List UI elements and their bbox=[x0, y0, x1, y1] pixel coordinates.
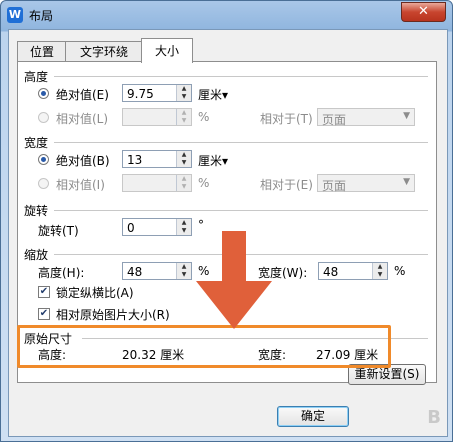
width-absolute-radio[interactable] bbox=[38, 154, 49, 165]
wps-app-icon: W bbox=[7, 7, 23, 23]
height-section-title: 高度 bbox=[24, 70, 49, 84]
height-relative-spinner[interactable]: ▲ ▼ bbox=[122, 108, 192, 126]
height-section-divider bbox=[54, 76, 428, 77]
spin-up-icon[interactable]: ▲ bbox=[373, 263, 387, 271]
relative-original-size-checkbox[interactable]: ✔ bbox=[38, 308, 50, 320]
spin-down-icon[interactable]: ▼ bbox=[373, 271, 387, 279]
height-absolute-radio[interactable] bbox=[38, 88, 49, 99]
height-relative-to-label: 相对于(T) bbox=[260, 112, 313, 126]
width-relative-to-label: 相对于(E) bbox=[260, 178, 313, 192]
scale-height-label: 高度(H): bbox=[38, 266, 85, 280]
original-size-highlight-box bbox=[17, 325, 391, 368]
width-relative-radio[interactable] bbox=[38, 178, 49, 189]
scale-width-spin-buttons[interactable]: ▲ ▼ bbox=[372, 263, 387, 279]
rotation-spinner[interactable]: 0 ▲ ▼ bbox=[122, 218, 192, 236]
width-relative-to-value: 页面 bbox=[322, 179, 347, 193]
scale-height-spinner[interactable]: 48 ▲ ▼ bbox=[122, 262, 192, 280]
rotation-value: 0 bbox=[127, 221, 135, 235]
layout-dialog: W 布局 ✕ 位置 文字环绕 大小 高度 绝对值(E) 9.75 ▲ ▼ 厘米▾ … bbox=[0, 0, 453, 442]
height-relative-unit: % bbox=[198, 110, 210, 124]
width-section-divider bbox=[54, 142, 428, 143]
spin-up-icon[interactable]: ▲ bbox=[177, 219, 191, 227]
rotation-section-divider bbox=[54, 210, 428, 211]
tab-size[interactable]: 大小 bbox=[141, 38, 193, 63]
spin-down-icon[interactable]: ▼ bbox=[177, 117, 191, 125]
height-absolute-label: 绝对值(E) bbox=[56, 88, 109, 102]
height-relative-label: 相对值(L) bbox=[56, 112, 109, 126]
width-absolute-spinner[interactable]: 13 ▲ ▼ bbox=[122, 150, 192, 168]
spin-up-icon[interactable]: ▲ bbox=[177, 109, 191, 117]
width-relative-label: 相对值(I) bbox=[56, 178, 105, 192]
spin-down-icon[interactable]: ▼ bbox=[177, 93, 191, 101]
rotation-label: 旋转(T) bbox=[38, 224, 79, 238]
spin-down-icon[interactable]: ▼ bbox=[177, 159, 191, 167]
scale-section-title: 缩放 bbox=[24, 248, 49, 262]
width-section-title: 宽度 bbox=[24, 136, 49, 150]
spin-down-icon[interactable]: ▼ bbox=[177, 271, 191, 279]
width-relative-to-select[interactable]: 页面 ▼ bbox=[317, 174, 415, 193]
lock-aspect-ratio-label[interactable]: 锁定纵横比(A) bbox=[56, 284, 134, 301]
down-arrow-annotation-icon bbox=[196, 231, 272, 329]
title-bar[interactable]: W 布局 ✕ bbox=[1, 1, 452, 28]
spin-up-icon[interactable]: ▲ bbox=[177, 85, 191, 93]
watermark-logo: B bbox=[427, 407, 441, 428]
width-absolute-value: 13 bbox=[127, 153, 143, 167]
spin-down-icon[interactable]: ▼ bbox=[177, 183, 191, 191]
rotation-section-title: 旋转 bbox=[24, 204, 49, 218]
width-relative-spinner[interactable]: ▲ ▼ bbox=[122, 174, 192, 192]
spin-down-icon[interactable]: ▼ bbox=[177, 227, 191, 235]
dropdown-arrow-icon: ▼ bbox=[403, 177, 410, 187]
scale-width-value: 48 bbox=[323, 265, 339, 279]
close-button[interactable]: ✕ bbox=[401, 2, 446, 22]
height-relative-spin-buttons[interactable]: ▲ ▼ bbox=[176, 109, 191, 125]
lock-aspect-ratio-checkbox[interactable]: ✔ bbox=[38, 286, 50, 298]
height-relative-to-value: 页面 bbox=[322, 113, 347, 127]
spin-up-icon[interactable]: ▲ bbox=[177, 263, 191, 271]
rotation-spin-buttons[interactable]: ▲ ▼ bbox=[176, 219, 191, 235]
scale-height-spin-buttons[interactable]: ▲ ▼ bbox=[176, 263, 191, 279]
width-relative-spin-buttons[interactable]: ▲ ▼ bbox=[176, 175, 191, 191]
height-relative-to-select[interactable]: 页面 ▼ bbox=[317, 108, 415, 127]
width-absolute-label: 绝对值(B) bbox=[56, 154, 110, 168]
rotation-unit: ° bbox=[198, 218, 204, 232]
height-relative-radio[interactable] bbox=[38, 112, 49, 123]
width-unit-dropdown[interactable]: 厘米▾ bbox=[198, 152, 228, 169]
scale-width-spinner[interactable]: 48 ▲ ▼ bbox=[318, 262, 388, 280]
spin-up-icon[interactable]: ▲ bbox=[177, 151, 191, 159]
window-title: 布局 bbox=[29, 9, 54, 23]
relative-original-size-label[interactable]: 相对原始图片大小(R) bbox=[56, 306, 170, 323]
scale-height-value: 48 bbox=[127, 265, 143, 279]
tab-position[interactable]: 位置 bbox=[17, 41, 67, 62]
spin-up-icon[interactable]: ▲ bbox=[177, 175, 191, 183]
width-absolute-spin-buttons[interactable]: ▲ ▼ bbox=[176, 151, 191, 167]
height-absolute-value: 9.75 bbox=[127, 87, 154, 101]
width-relative-unit: % bbox=[198, 176, 210, 190]
tab-text-wrap[interactable]: 文字环绕 bbox=[65, 41, 143, 62]
ok-button[interactable]: 确定 bbox=[277, 406, 349, 427]
height-absolute-spin-buttons[interactable]: ▲ ▼ bbox=[176, 85, 191, 101]
scale-width-unit: % bbox=[394, 264, 406, 278]
height-absolute-spinner[interactable]: 9.75 ▲ ▼ bbox=[122, 84, 192, 102]
height-unit-dropdown[interactable]: 厘米▾ bbox=[198, 86, 228, 103]
dropdown-arrow-icon: ▼ bbox=[403, 111, 410, 121]
